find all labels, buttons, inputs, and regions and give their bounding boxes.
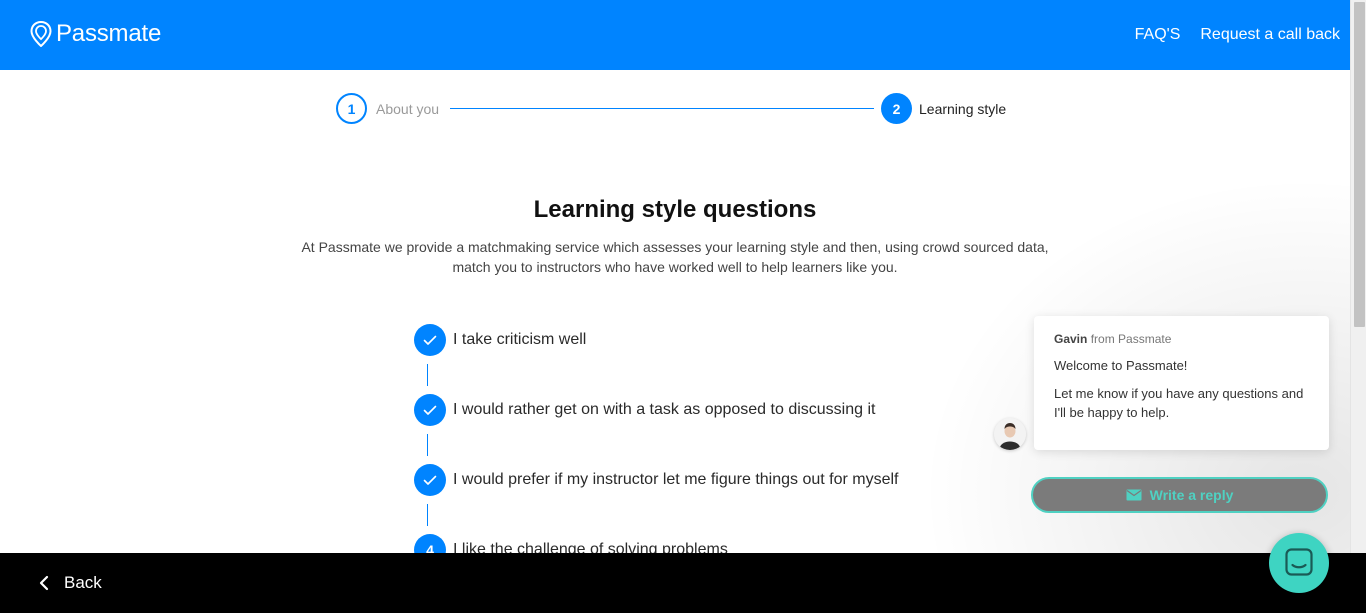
header-nav: FAQ'S Request a call back [1135,26,1340,44]
step-1-label[interactable]: About you [376,101,439,117]
page-title: Learning style questions [533,196,817,223]
chevron-left-icon [39,575,49,591]
write-reply-button[interactable]: Write a reply [1031,477,1328,513]
logo-text: Passmate [56,20,162,47]
question-text: I would prefer if my instructor let me f… [453,471,899,488]
question-item[interactable]: I would rather get on with a task as opp… [414,394,875,426]
request-callback-link[interactable]: Request a call back [1200,26,1340,44]
page-subtitle: At Passmate we provide a matchmaking ser… [275,237,1075,277]
scrollbar-thumb[interactable] [1354,2,1365,327]
faq-link[interactable]: FAQ'S [1135,26,1181,44]
step-2-circle: 2 [881,93,912,124]
check-icon [414,324,446,356]
progress-stepper: 1 About you 2 Learning style [336,93,1036,125]
write-reply-label: Write a reply [1149,487,1234,503]
back-label: Back [64,573,102,592]
back-button[interactable]: Back [38,573,102,593]
subtitle-line-1: At Passmate we provide a matchmaking ser… [301,239,1049,255]
top-header: Passmate FAQ'S Request a call back [0,0,1350,70]
chat-message-card[interactable]: Gavin from Passmate Welcome to Passmate!… [1034,316,1329,450]
check-icon [414,464,446,496]
bottom-bar: Back [0,553,1366,613]
chat-message-2: Let me know if you have any questions an… [1054,386,1304,420]
subtitle-line-2: match you to instructors who have worked… [452,259,898,275]
question-item[interactable]: I take criticism well [414,324,586,356]
envelope-icon [1126,489,1142,501]
chat-sender: Gavin from Passmate [1054,332,1309,346]
chat-launcher-button[interactable] [1269,533,1329,593]
page-scrollbar[interactable] [1350,0,1366,613]
location-pin-icon [30,21,52,47]
stepper-connector [450,108,874,109]
question-text: I take criticism well [453,331,587,348]
question-item[interactable]: I would prefer if my instructor let me f… [414,464,899,496]
step-2-label: Learning style [919,101,1007,117]
chat-sender-suffix: from Passmate [1090,332,1172,346]
question-connector [427,504,428,526]
passmate-logo[interactable]: Passmate [30,20,161,48]
step-1-circle[interactable]: 1 [336,93,367,124]
question-connector [427,364,428,386]
chat-sender-name: Gavin [1054,332,1088,346]
avatar [994,418,1026,450]
question-connector [427,434,428,456]
question-text: I would rather get on with a task as opp… [453,401,876,418]
check-icon [414,394,446,426]
chat-message-1: Welcome to Passmate! [1054,358,1188,373]
chat-icon [1285,548,1313,576]
